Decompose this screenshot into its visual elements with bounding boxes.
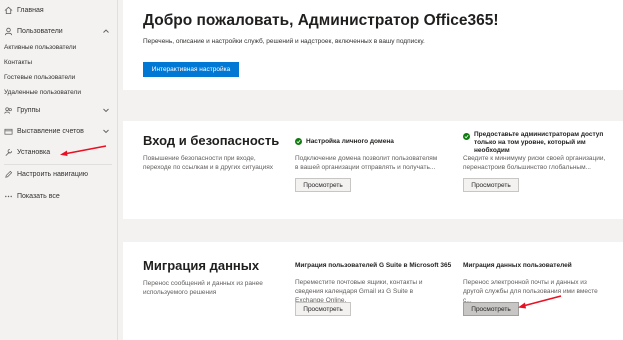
chevron-up-icon[interactable] xyxy=(102,27,110,35)
view-user-migration-button[interactable]: Просмотреть xyxy=(463,302,519,316)
home-icon xyxy=(3,5,13,15)
card-title: Миграция пользователей G Suite в Microso… xyxy=(295,262,452,269)
section-title: Вход и безопасность xyxy=(143,133,280,148)
checkmark-icon xyxy=(463,133,470,140)
sidebar-item-billing[interactable]: Выставление счетов xyxy=(0,123,118,139)
section-description: Перенос сообщений и данных из ранее испо… xyxy=(143,280,263,296)
card-description: Переместите почтовые ящики, контакты и с… xyxy=(295,279,423,304)
main-content: Добро пожаловать, Администратор Office36… xyxy=(119,0,623,340)
sidebar-item-customize-navigation[interactable]: Настроить навигацию xyxy=(0,166,118,182)
ellipsis-icon xyxy=(3,191,13,201)
sidebar-subitem-deleted-users[interactable]: Удаленные пользователи xyxy=(4,89,81,96)
page-title: Добро пожаловать, Администратор Office36… xyxy=(143,12,499,29)
sidebar-subitem-guest-users[interactable]: Гостевые пользователи xyxy=(4,74,75,81)
section-description: Повышение безопасности при входе, перехо… xyxy=(143,155,274,171)
sidebar-item-show-all[interactable]: Показать все xyxy=(0,188,118,204)
group-icon xyxy=(3,105,13,115)
sidebar-item-users[interactable]: Пользователи xyxy=(0,23,118,39)
chevron-down-icon[interactable] xyxy=(102,106,110,114)
view-gsuite-migration-button[interactable]: Просмотреть xyxy=(295,302,351,316)
view-admin-access-button[interactable]: Просмотреть xyxy=(463,178,519,192)
sidebar-item-label: Выставление счетов xyxy=(17,127,84,135)
welcome-description: Перечень, описание и настройки служб, ре… xyxy=(143,38,425,45)
chevron-down-icon[interactable] xyxy=(102,127,110,135)
billing-icon xyxy=(3,126,13,136)
welcome-card: Добро пожаловать, Администратор Office36… xyxy=(123,0,623,90)
pencil-icon xyxy=(3,169,13,179)
sidebar-item-label: Показать все xyxy=(17,192,60,200)
sidebar-item-home[interactable]: Главная xyxy=(0,2,118,18)
sidebar-item-groups[interactable]: Группы xyxy=(0,102,118,118)
section-title: Миграция данных xyxy=(143,258,260,273)
wrench-icon xyxy=(3,147,13,157)
security-section: Вход и безопасность Повышение безопаснос… xyxy=(123,121,623,219)
card-title: Настройка личного домена xyxy=(306,138,394,145)
annotation-arrow xyxy=(518,295,562,309)
sidebar: Главная Пользователи Активные пользовате… xyxy=(0,0,118,340)
card-description: Сведите к минимуму риски своей организац… xyxy=(463,155,606,171)
sidebar-item-label: Установка xyxy=(17,148,51,156)
card-title: Миграция данных пользователей xyxy=(463,262,572,269)
person-icon xyxy=(3,26,13,36)
checkmark-icon xyxy=(295,138,302,145)
annotation-arrow xyxy=(60,145,107,156)
migration-section: Миграция данных Перенос сообщений и данн… xyxy=(123,242,623,340)
card-title: Предоставьте администраторам доступ толь… xyxy=(474,131,604,154)
sidebar-item-label: Настроить навигацию xyxy=(17,170,88,178)
view-domain-button[interactable]: Просмотреть xyxy=(295,178,351,192)
interactive-setup-button[interactable]: Интерактивная настройка xyxy=(143,62,239,77)
sidebar-subitem-active-users[interactable]: Активные пользователи xyxy=(4,44,76,51)
sidebar-item-label: Группы xyxy=(17,106,41,114)
card-description: Подключение домена позволит пользователя… xyxy=(295,155,438,171)
sidebar-subitem-contacts[interactable]: Контакты xyxy=(4,59,32,66)
sidebar-divider xyxy=(4,164,112,165)
sidebar-item-label: Пользователи xyxy=(17,27,63,35)
sidebar-item-label: Главная xyxy=(17,6,44,14)
